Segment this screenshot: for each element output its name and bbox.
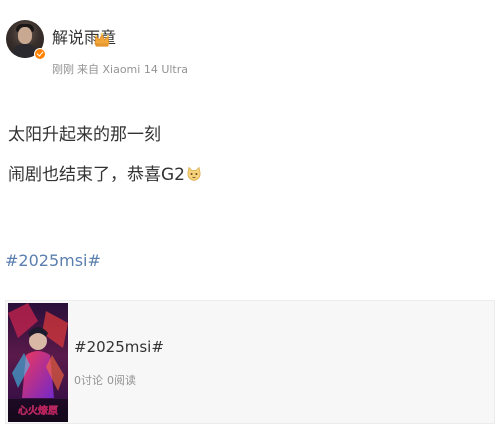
topic-title[interactable]: #2025msi# (74, 337, 164, 357)
post-meta: 刚刚 来自 Xiaomi 14 Ultra (52, 63, 188, 77)
weibo-post: 解说雨童 刚刚 来自 Xiaomi 14 Ultra 太阳升起来的那一刻 闹剧也结… (0, 0, 500, 440)
topic-stats: 0讨论 0阅读 (74, 374, 136, 388)
topic-cover-title: 心火燎原 (18, 404, 58, 417)
topic-reads: 0阅读 (107, 374, 136, 387)
avatar-face (18, 27, 32, 44)
post-time[interactable]: 刚刚 (52, 63, 74, 76)
topic-discussions: 0讨论 (74, 374, 103, 387)
verified-badge-icon (34, 48, 46, 60)
post-text-line-1: 太阳升起来的那一刻 (8, 125, 161, 145)
post-text-line-2: 闹剧也结束了，恭喜G2 (8, 164, 202, 186)
hashtag-link[interactable]: #2025msi# (5, 250, 101, 272)
crown-badge-icon (94, 32, 110, 47)
cat-emoji-icon (187, 166, 201, 181)
post-source: 来自 Xiaomi 14 Ultra (77, 63, 189, 76)
topic-card[interactable]: 心火燎原 #2025msi# 0讨论 0阅读 (5, 300, 495, 424)
topic-cover-image: 心火燎原 (8, 303, 68, 422)
post-text-line-2-text: 闹剧也结束了，恭喜G2 (8, 165, 185, 185)
